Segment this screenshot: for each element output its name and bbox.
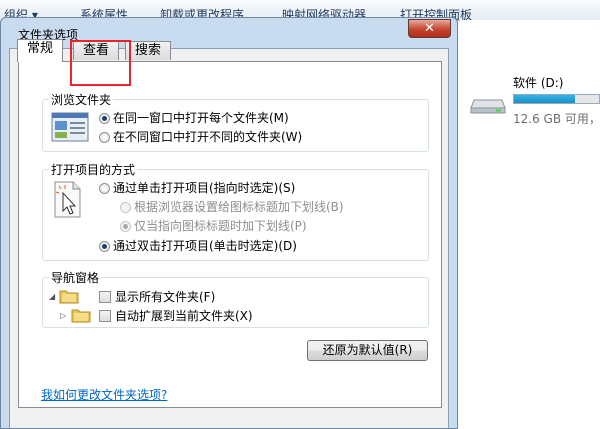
hard-drive-icon [470,99,506,114]
underline-point-option: 仅当指向图标标题时加下划线(P) [120,217,307,234]
single-click-label: 通过单击打开项目(指向时选定)(S) [113,181,296,195]
tab-general[interactable]: 常规 [17,39,64,62]
browse-folders-label: 浏览文件夹 [49,91,114,108]
underline-browser-label: 根据浏览器设置给图标标题加下划线(B) [134,200,344,214]
folder-icon [71,309,91,323]
auto-expand-option[interactable]: 自动扩展到当前文件夹(X) [99,307,253,324]
drive-free-space: 12.6 GB 可用， [513,112,600,126]
browse-folders-group: 浏览文件夹 在同一窗口中打开每个文件夹(M) 在不同窗口中打开不同的文件夹(W) [42,91,429,152]
auto-expand-label: 自动扩展到当前文件夹(X) [115,309,253,323]
browse-new-window-label: 在不同窗口中打开不同的文件夹(W) [113,130,303,144]
drive-usage-bar [513,94,600,104]
radio-underline-browser [120,202,131,213]
radio-same-window[interactable] [99,113,110,124]
browse-same-window-option[interactable]: 在同一窗口中打开每个文件夹(M) [99,109,289,126]
show-all-folders-label: 显示所有文件夹(F) [115,290,216,304]
close-button[interactable]: ✕ [408,19,451,38]
checkbox-auto-expand[interactable] [99,310,111,322]
radio-single-click[interactable] [99,183,110,194]
single-click-option[interactable]: 通过单击打开项目(指向时选定)(S) [99,179,295,196]
navigation-pane-label: 导航窗格 [49,269,102,286]
radio-underline-point [120,221,131,232]
click-pointer-icon [54,181,81,218]
click-items-label: 打开项目的方式 [49,161,138,178]
drive-name: 软件 (D:) [513,76,564,90]
drive-item[interactable]: 软件 (D:) 12.6 GB 可用， [470,74,600,134]
collapsed-triangle-icon: ▷ [60,311,67,320]
double-click-label: 通过双击打开项目(单击时选定)(D) [113,239,297,253]
double-click-option[interactable]: 通过双击打开项目(单击时选定)(D) [99,237,297,254]
show-all-folders-option[interactable]: 显示所有文件夹(F) [99,288,215,305]
highlight-box [70,40,131,86]
radio-double-click[interactable] [99,241,110,252]
folder-icon [59,290,79,304]
browse-folders-icon [51,112,89,142]
browse-new-window-option[interactable]: 在不同窗口中打开不同的文件夹(W) [99,128,302,145]
drive-usage-fill [514,95,576,103]
underline-browser-option: 根据浏览器设置给图标标题加下划线(B) [120,198,344,215]
restore-defaults-button[interactable]: 还原为默认值(R) [307,340,428,361]
expanded-triangle-icon: ◢ [49,292,56,301]
tab-search[interactable]: 搜索 [125,41,172,60]
underline-point-label: 仅当指向图标标题时加下划线(P) [134,219,307,233]
checkbox-show-all-folders[interactable] [99,291,111,303]
navigation-pane-group: 导航窗格 ◢ 显示所有文件夹(F) ▷ 自动扩展到当前文件夹(X) [42,269,429,328]
click-items-group: 打开项目的方式 通过单击打开项目(指向时选定)(S) 根据浏览器设置给图标标题加… [42,161,429,261]
help-link[interactable]: 我如何更改文件夹选项? [41,386,167,403]
browse-same-window-label: 在同一窗口中打开每个文件夹(M) [113,111,289,125]
general-tab-panel: 浏览文件夹 在同一窗口中打开每个文件夹(M) 在不同窗口中打开不同的文件夹(W)… [18,61,442,408]
close-icon: ✕ [424,21,435,36]
radio-new-window[interactable] [99,132,110,143]
